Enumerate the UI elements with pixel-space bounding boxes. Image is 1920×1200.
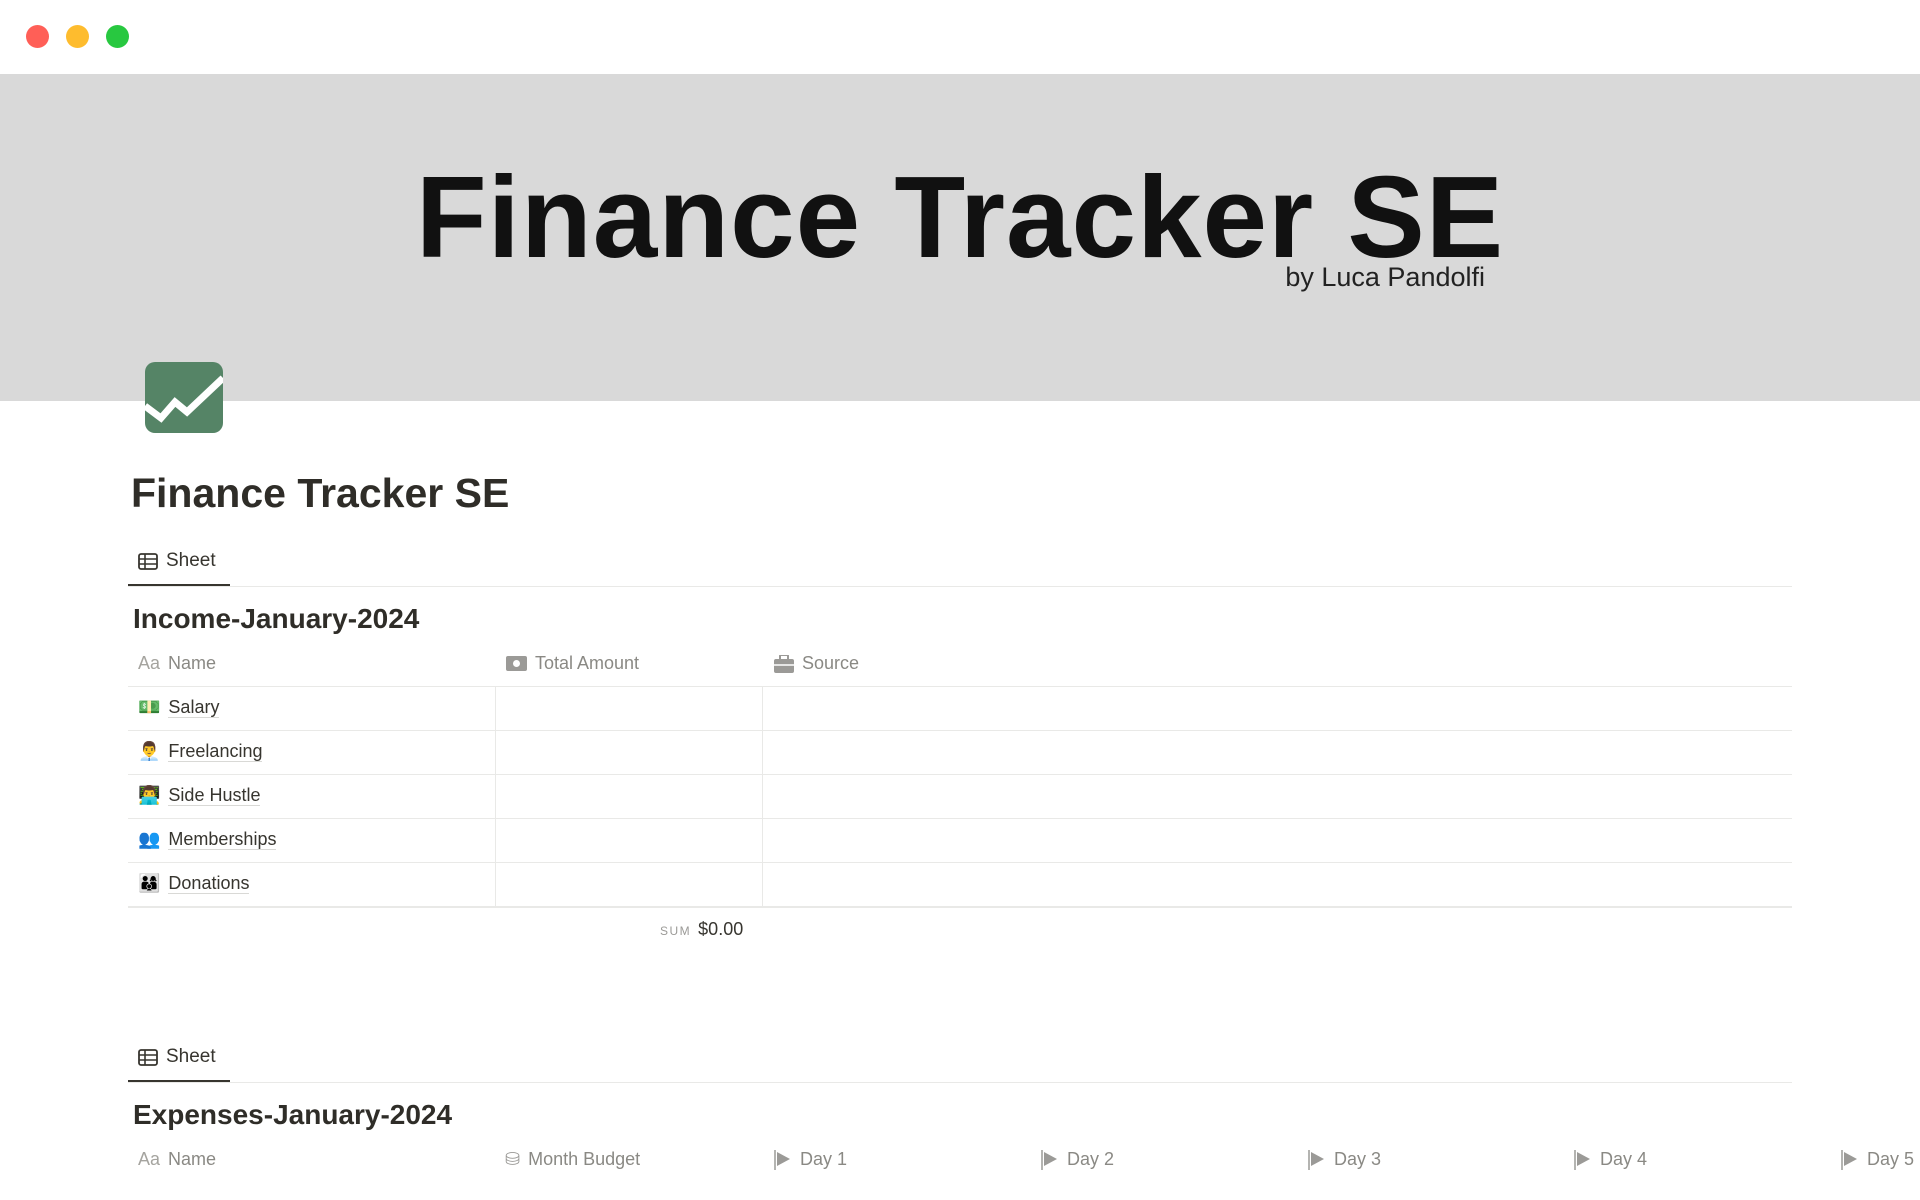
income-table-title[interactable]: Income-January-2024 [133, 603, 419, 635]
chart-trend-icon[interactable] [145, 362, 223, 433]
divider [128, 586, 1792, 587]
coins-icon: ⛁ [505, 1149, 521, 1169]
briefcase-icon [774, 654, 794, 673]
divider [128, 1082, 1792, 1083]
table-row[interactable]: 👨‍💻 Side Hustle [128, 774, 1792, 818]
column-header-total-amount[interactable]: Total Amount [506, 653, 639, 674]
column-header-day-2[interactable]: Day 2 [1041, 1149, 1114, 1170]
flag-icon [1308, 1149, 1324, 1170]
column-header-day-1[interactable]: Day 1 [774, 1149, 847, 1170]
flag-icon [774, 1149, 790, 1170]
table-row[interactable]: 👥 Memberships [128, 818, 1792, 862]
flag-icon [1574, 1149, 1590, 1170]
technologist-icon: 👨‍💻 [138, 785, 161, 805]
office-worker-icon: 👨‍💼 [138, 741, 161, 761]
banner-subtitle: by Luca Pandolfi [1285, 262, 1485, 292]
text-property-icon: Aa [138, 653, 161, 673]
money-icon [506, 656, 527, 671]
people-icon: 👥 [138, 829, 161, 849]
column-header-name[interactable]: Aa Name [138, 653, 216, 674]
table-icon [138, 1048, 158, 1066]
column-header-day-5[interactable]: Day 5 [1841, 1149, 1914, 1170]
cover-banner: Finance Tracker SE by Luca Pandolfi [0, 74, 1920, 401]
tab-label: Sheet [166, 1046, 216, 1067]
column-header-month-budget[interactable]: ⛁ Month Budget [505, 1149, 640, 1170]
column-header-day-3[interactable]: Day 3 [1308, 1149, 1381, 1170]
expenses-table-title[interactable]: Expenses-January-2024 [133, 1099, 452, 1131]
sum-aggregate[interactable]: SUM $0.00 [660, 919, 743, 940]
table-icon [138, 552, 158, 570]
banner-title: Finance Tracker SE [415, 152, 1505, 282]
cash-icon: 💵 [138, 697, 161, 717]
tab-label: Sheet [166, 550, 216, 571]
column-header-day-4[interactable]: Day 4 [1574, 1149, 1647, 1170]
maximize-window-button[interactable] [106, 25, 129, 48]
column-header-source[interactable]: Source [774, 653, 859, 674]
close-window-button[interactable] [26, 25, 49, 48]
flag-icon [1041, 1149, 1057, 1170]
family-icon: 👨‍👩‍👦 [138, 873, 161, 893]
table-row[interactable]: 👨‍💼 Freelancing [128, 730, 1792, 774]
column-divider [495, 686, 496, 906]
column-header-name[interactable]: Aa Name [138, 1149, 216, 1170]
flag-icon [1841, 1149, 1857, 1170]
minimize-window-button[interactable] [66, 25, 89, 48]
table-row[interactable]: 💵 Salary [128, 686, 1792, 730]
page-title: Finance Tracker SE [131, 470, 510, 516]
column-divider [762, 686, 763, 906]
tab-sheet-expenses[interactable]: Sheet [128, 1041, 216, 1073]
table-row[interactable]: 👨‍👩‍👦 Donations [128, 862, 1792, 908]
text-property-icon: Aa [138, 1149, 161, 1169]
tab-sheet-income[interactable]: Sheet [128, 545, 216, 577]
